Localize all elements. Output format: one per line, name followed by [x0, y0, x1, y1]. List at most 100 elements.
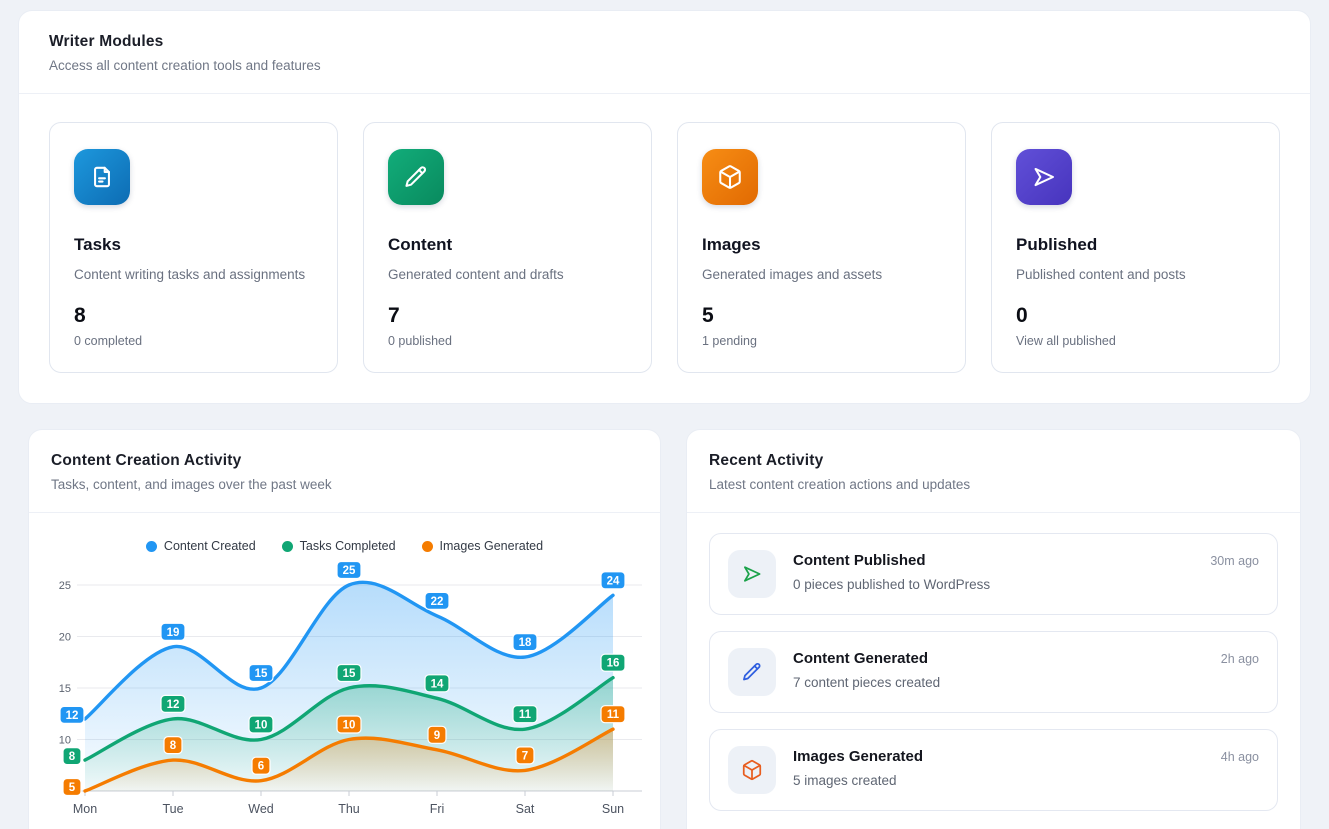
module-count-caption: 1 pending [702, 334, 941, 348]
activity-chart-header: Content Creation Activity Tasks, content… [29, 430, 660, 513]
cube-icon [702, 149, 758, 205]
svg-text:Sat: Sat [516, 802, 535, 816]
cube-icon [728, 746, 776, 794]
svg-text:14: 14 [431, 678, 444, 690]
module-description: Content writing tasks and assignments [74, 267, 313, 282]
svg-text:22: 22 [431, 596, 444, 608]
legend-label: Images Generated [440, 539, 544, 553]
svg-text:9: 9 [434, 730, 440, 742]
activity-item-main: Content Published 0 pieces published to … [793, 550, 1210, 592]
svg-text:10: 10 [255, 720, 268, 732]
svg-text:18: 18 [519, 637, 532, 649]
svg-text:15: 15 [59, 683, 71, 695]
activity-item-title: Images Generated [793, 748, 1221, 765]
module-card-content[interactable]: Content Generated content and drafts 7 0… [363, 122, 652, 373]
activity-item-main: Content Generated 7 content pieces creat… [793, 648, 1221, 690]
module-count: 0 [1016, 304, 1255, 328]
svg-text:11: 11 [519, 709, 532, 721]
legend-item-tasks-completed[interactable]: Tasks Completed [282, 539, 396, 553]
content-creation-activity-panel: Content Creation Activity Tasks, content… [28, 429, 661, 829]
svg-text:Mon: Mon [73, 802, 97, 816]
legend-dot-icon [282, 541, 293, 552]
recent-activity-subtitle: Latest content creation actions and upda… [709, 477, 1278, 492]
module-card-images[interactable]: Images Generated images and assets 5 1 p… [677, 122, 966, 373]
legend-dot-icon [146, 541, 157, 552]
svg-text:8: 8 [69, 751, 76, 763]
module-title: Images [702, 235, 941, 255]
module-title: Content [388, 235, 627, 255]
module-cards-row: Tasks Content writing tasks and assignme… [19, 94, 1310, 403]
legend-item-images-generated[interactable]: Images Generated [422, 539, 544, 553]
legend-item-content-created[interactable]: Content Created [146, 539, 256, 553]
legend-label: Content Created [164, 539, 256, 553]
recent-activity-header: Recent Activity Latest content creation … [687, 430, 1300, 513]
module-description: Published content and posts [1016, 267, 1255, 282]
svg-text:20: 20 [59, 632, 71, 644]
activity-item-title: Content Published [793, 552, 1210, 569]
svg-text:Thu: Thu [338, 802, 360, 816]
module-card-published[interactable]: Published Published content and posts 0 … [991, 122, 1280, 373]
svg-text:15: 15 [255, 668, 268, 680]
activity-item-description: 5 images created [793, 773, 1221, 788]
svg-text:5: 5 [69, 782, 76, 794]
lower-row: Content Creation Activity Tasks, content… [28, 429, 1301, 829]
activity-list: Content Published 0 pieces published to … [687, 513, 1300, 829]
activity-item-timestamp: 2h ago [1221, 648, 1259, 666]
activity-item-timestamp: 30m ago [1210, 550, 1259, 568]
svg-text:24: 24 [607, 575, 620, 587]
module-count: 5 [702, 304, 941, 328]
recent-activity-panel: Recent Activity Latest content creation … [686, 429, 1301, 829]
chart-legend: Content Created Tasks Completed Images G… [37, 539, 652, 553]
activity-line-chart: 5 10 15 20 25 Mon Tue Wed Thu Fri Sat Sun 12 19 15 25 22… [37, 559, 652, 829]
svg-text:12: 12 [66, 710, 79, 722]
svg-text:15: 15 [343, 668, 356, 680]
svg-text:16: 16 [607, 658, 620, 670]
chart-body: Content Created Tasks Completed Images G… [29, 513, 660, 829]
module-title: Published [1016, 235, 1255, 255]
module-count-caption: 0 published [388, 334, 627, 348]
svg-text:10: 10 [343, 720, 356, 732]
svg-text:6: 6 [258, 761, 264, 773]
activity-item-title: Content Generated [793, 650, 1221, 667]
svg-text:Wed: Wed [248, 802, 274, 816]
svg-text:25: 25 [59, 580, 71, 592]
document-icon [74, 149, 130, 205]
svg-text:Sun: Sun [602, 802, 624, 816]
writer-modules-title: Writer Modules [49, 33, 1280, 51]
svg-text:11: 11 [607, 709, 620, 721]
send-icon [728, 550, 776, 598]
svg-text:19: 19 [167, 627, 180, 639]
writer-modules-panel: Writer Modules Access all content creati… [18, 10, 1311, 404]
writer-modules-subtitle: Access all content creation tools and fe… [49, 58, 1280, 73]
activity-item-description: 0 pieces published to WordPress [793, 577, 1210, 592]
module-description: Generated images and assets [702, 267, 941, 282]
svg-text:Tue: Tue [162, 802, 183, 816]
activity-item-images-generated: Images Generated 5 images created 4h ago [709, 729, 1278, 811]
svg-text:Fri: Fri [430, 802, 445, 816]
module-count-caption[interactable]: View all published [1016, 334, 1255, 348]
module-count-caption: 0 completed [74, 334, 313, 348]
module-description: Generated content and drafts [388, 267, 627, 282]
svg-text:7: 7 [522, 750, 528, 762]
module-count: 8 [74, 304, 313, 328]
module-count: 7 [388, 304, 627, 328]
activity-item-timestamp: 4h ago [1221, 746, 1259, 764]
svg-text:10: 10 [59, 735, 71, 747]
activity-chart-subtitle: Tasks, content, and images over the past… [51, 477, 638, 492]
activity-item-main: Images Generated 5 images created [793, 746, 1221, 788]
activity-item-content-published: Content Published 0 pieces published to … [709, 533, 1278, 615]
legend-label: Tasks Completed [300, 539, 396, 553]
pencil-icon [388, 149, 444, 205]
module-title: Tasks [74, 235, 313, 255]
activity-chart-title: Content Creation Activity [51, 452, 638, 470]
activity-item-content-generated: Content Generated 7 content pieces creat… [709, 631, 1278, 713]
svg-text:25: 25 [343, 565, 356, 577]
svg-text:12: 12 [167, 699, 180, 711]
pencil-icon [728, 648, 776, 696]
svg-text:8: 8 [170, 740, 177, 752]
recent-activity-title: Recent Activity [709, 452, 1278, 470]
legend-dot-icon [422, 541, 433, 552]
send-icon [1016, 149, 1072, 205]
module-card-tasks[interactable]: Tasks Content writing tasks and assignme… [49, 122, 338, 373]
writer-modules-header: Writer Modules Access all content creati… [19, 11, 1310, 94]
